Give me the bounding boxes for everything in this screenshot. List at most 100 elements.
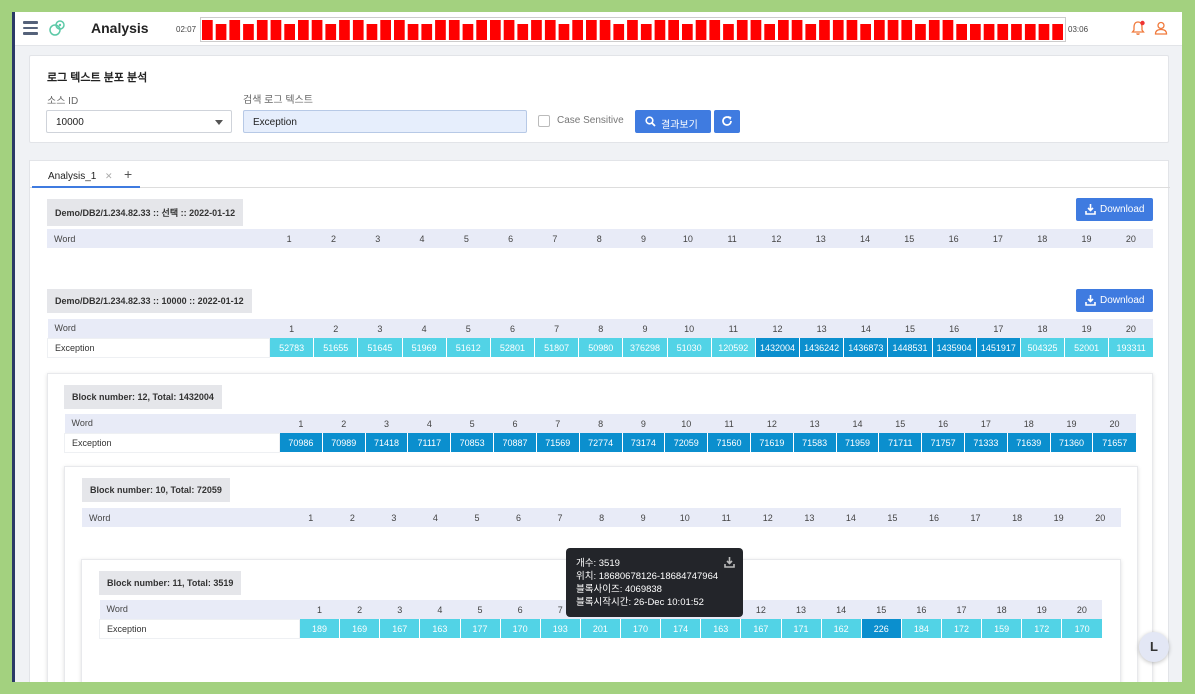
timeline-bar[interactable] — [352, 20, 364, 40]
count-cell[interactable]: 71569 — [535, 433, 580, 452]
timeline-bar[interactable] — [874, 20, 885, 40]
timeline-bar[interactable] — [490, 20, 501, 40]
timeline-bar[interactable] — [709, 20, 721, 40]
count-cell[interactable]: 51612 — [445, 338, 491, 357]
timeline-bar[interactable] — [1011, 24, 1022, 40]
search-text-input[interactable]: Exception — [243, 110, 527, 133]
timeline-bar[interactable] — [435, 20, 446, 40]
timeline-bar[interactable] — [339, 20, 350, 40]
timeline-bar[interactable] — [586, 20, 597, 40]
timeline-bar[interactable] — [915, 24, 926, 40]
timeline-bar[interactable] — [215, 24, 227, 40]
timeline-bar[interactable] — [654, 20, 666, 40]
timeline-bar[interactable] — [942, 20, 954, 40]
count-cell[interactable]: 1432004 — [754, 338, 800, 357]
count-cell[interactable]: 71583 — [792, 433, 837, 452]
timeline-bar[interactable] — [1052, 24, 1063, 40]
timeline-bar[interactable] — [887, 20, 899, 40]
timeline-bar[interactable] — [832, 20, 844, 40]
timeline-bar[interactable] — [956, 24, 967, 40]
count-cell[interactable]: 71959 — [835, 433, 879, 452]
table-row[interactable]: Exception 189 169 167 163 177 170 193 201 170 174 1… — [99, 618, 1102, 639]
count-cell[interactable]: 163 — [700, 619, 741, 638]
count-cell[interactable]: 51969 — [401, 338, 447, 357]
count-cell[interactable]: 72774 — [578, 433, 622, 452]
count-cell[interactable]: 120592 — [710, 338, 756, 357]
timeline-bar[interactable] — [366, 24, 378, 40]
count-cell[interactable]: 172 — [1021, 619, 1062, 638]
count-cell[interactable]: 172 — [940, 619, 982, 638]
count-cell[interactable]: 71757 — [921, 433, 965, 452]
timeline-bar[interactable] — [517, 24, 529, 40]
count-cell[interactable]: 189 — [298, 619, 340, 638]
count-cell[interactable]: 52783 — [268, 338, 314, 357]
timeline-bar[interactable] — [476, 20, 487, 40]
timeline-bar[interactable] — [682, 24, 693, 40]
timeline-bar[interactable] — [270, 20, 282, 40]
count-cell[interactable]: 1436873 — [843, 338, 888, 357]
timeline-bar[interactable] — [764, 24, 775, 40]
download-button[interactable]: Download — [1076, 289, 1153, 312]
timeline-bar[interactable] — [531, 20, 542, 40]
count-cell[interactable]: 70887 — [493, 433, 537, 452]
count-cell[interactable]: 71117 — [407, 433, 451, 452]
timeline-bar[interactable] — [736, 20, 748, 40]
count-cell[interactable]: 71657 — [1092, 433, 1136, 452]
count-cell[interactable]: 193 — [539, 619, 581, 638]
timeline-bar[interactable] — [901, 20, 913, 40]
timeline-bar[interactable] — [928, 20, 940, 40]
count-cell[interactable]: 52801 — [489, 338, 535, 357]
count-cell[interactable]: 70989 — [321, 433, 366, 452]
timeline-bar[interactable] — [558, 24, 570, 40]
timeline-bar[interactable] — [640, 24, 652, 40]
case-sensitive-checkbox[interactable] — [538, 115, 550, 127]
count-cell[interactable]: 226 — [860, 619, 902, 638]
count-cell[interactable]: 51030 — [666, 338, 712, 357]
count-cell[interactable]: 70853 — [450, 433, 494, 452]
timeline-bar[interactable] — [997, 24, 1009, 40]
timeline-bar[interactable] — [791, 20, 803, 40]
count-cell[interactable]: 171 — [780, 619, 822, 638]
timeline-bar[interactable] — [380, 20, 391, 40]
count-cell[interactable]: 170 — [619, 619, 661, 638]
count-cell[interactable]: 71360 — [1049, 433, 1093, 452]
timeline-bar[interactable] — [846, 20, 858, 40]
count-cell[interactable]: 1448531 — [887, 338, 933, 357]
timeline-bar[interactable] — [243, 24, 254, 40]
count-cell[interactable]: 184 — [900, 619, 942, 638]
count-cell[interactable]: 170 — [499, 619, 541, 638]
timeline-bar[interactable] — [394, 20, 405, 40]
count-cell[interactable]: 70986 — [279, 433, 323, 452]
timeline-bar[interactable] — [1024, 24, 1036, 40]
timeline-bar[interactable] — [627, 20, 638, 40]
timeline-bar[interactable] — [421, 24, 433, 40]
timeline-bar[interactable] — [448, 20, 460, 40]
count-cell[interactable]: 50980 — [578, 338, 623, 357]
timeline-bar[interactable] — [970, 24, 981, 40]
count-cell[interactable]: 504325 — [1019, 338, 1065, 357]
timeline-bar[interactable] — [778, 20, 789, 40]
count-cell[interactable]: 177 — [459, 619, 501, 638]
user-icon[interactable] — [1153, 20, 1169, 36]
add-tab-icon[interactable]: + — [124, 166, 132, 182]
timeline-bar[interactable] — [462, 24, 474, 40]
bell-icon[interactable] — [1130, 20, 1146, 36]
floating-action-button[interactable]: L — [1139, 632, 1169, 662]
count-cell[interactable]: 71560 — [707, 433, 751, 452]
download-button[interactable]: Download — [1076, 198, 1153, 221]
count-cell[interactable]: 1451917 — [975, 338, 1021, 357]
timeline-bar[interactable] — [229, 20, 241, 40]
count-cell[interactable]: 163 — [419, 619, 460, 638]
table-row[interactable]: Exception 70986 70989 71418 71117 70853 70887 7… — [64, 432, 1136, 453]
timeline-bar[interactable] — [819, 20, 830, 40]
timeline-bar[interactable] — [311, 20, 323, 40]
count-cell[interactable]: 71619 — [749, 433, 794, 452]
count-cell[interactable]: 201 — [579, 619, 621, 638]
menu-icon[interactable] — [23, 21, 38, 35]
count-cell[interactable]: 72059 — [664, 433, 708, 452]
count-cell[interactable]: 1435904 — [931, 338, 977, 357]
count-cell[interactable]: 170 — [1061, 619, 1102, 638]
count-cell[interactable]: 167 — [740, 619, 781, 638]
timeline-bar[interactable] — [202, 20, 213, 40]
timeline-chart[interactable] — [200, 17, 1066, 42]
